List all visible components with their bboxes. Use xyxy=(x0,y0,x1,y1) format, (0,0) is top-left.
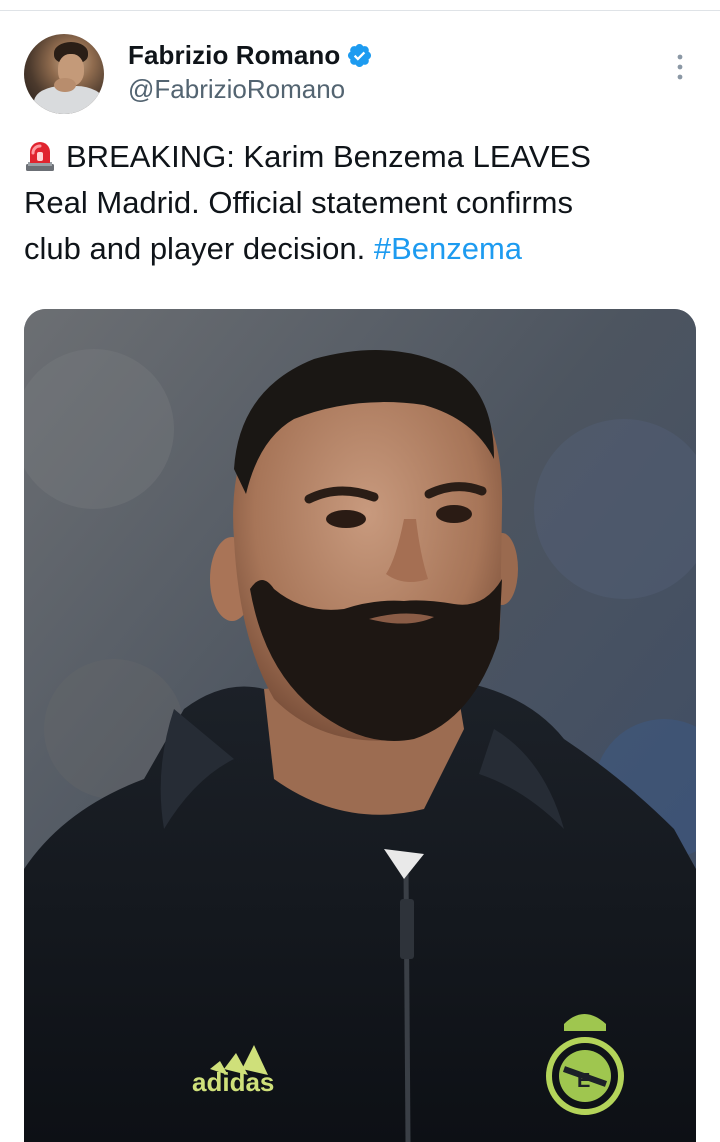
tweet-line-3: club and player decision. #Benzema xyxy=(24,226,704,272)
tweet-page: Fabrizio Romano @FabrizioRomano BREAKING… xyxy=(0,0,720,1142)
author-name-row[interactable]: Fabrizio Romano xyxy=(128,38,373,72)
photo-illustration: adidas E xyxy=(24,309,696,1142)
verified-badge-icon xyxy=(348,43,372,67)
tweet-line-3-text: club and player decision. xyxy=(24,231,366,266)
tweet-photo[interactable]: adidas E xyxy=(24,309,696,1142)
hashtag-link[interactable]: #Benzema xyxy=(374,231,522,266)
display-name[interactable]: Fabrizio Romano xyxy=(128,40,340,71)
tweet-line-2: Real Madrid. Official statement confirms xyxy=(24,185,574,220)
tweet-line-1-text: BREAKING: Karim Benzema LEAVES xyxy=(66,139,591,174)
avatar-hand xyxy=(54,78,76,92)
tweet-text: BREAKING: Karim Benzema LEAVES Real Madr… xyxy=(24,134,704,272)
adidas-wordmark: adidas xyxy=(192,1067,274,1097)
author-handle[interactable]: @FabrizioRomano xyxy=(128,74,345,105)
divider xyxy=(0,10,720,11)
avatar[interactable] xyxy=(24,34,104,114)
tweet-line-1: BREAKING: Karim Benzema LEAVES xyxy=(24,134,704,180)
police-car-light-emoji xyxy=(26,142,54,171)
more-vertical-icon[interactable] xyxy=(668,52,692,82)
svg-text:E: E xyxy=(577,1070,590,1092)
